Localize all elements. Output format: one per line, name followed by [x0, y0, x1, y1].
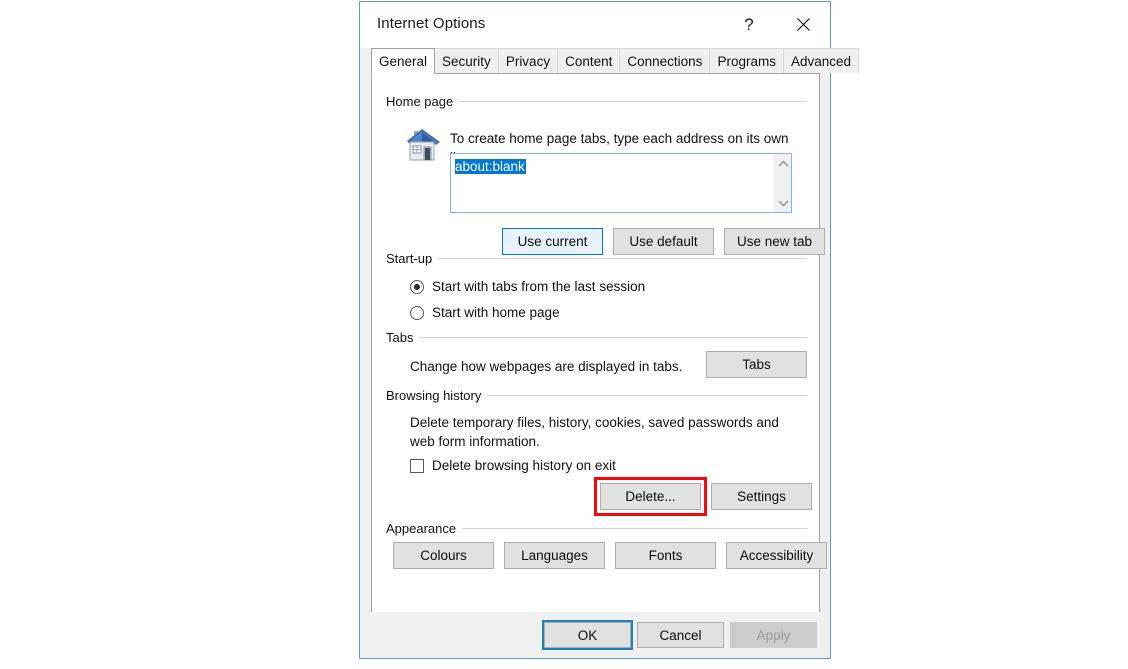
home-page-group: Home page To create home page tabs, type… — [386, 93, 825, 255]
tab-security[interactable]: Security — [434, 48, 499, 73]
tab-programs[interactable]: Programs — [709, 48, 784, 73]
tab-advanced[interactable]: Advanced — [782, 48, 859, 73]
tabs-description: Change how webpages are displayed in tab… — [410, 359, 683, 374]
ok-button[interactable]: OK — [544, 622, 631, 648]
browsing-history-description: Delete temporary files, history, cookies… — [410, 415, 779, 449]
colours-button[interactable]: Colours — [393, 542, 494, 569]
fonts-button[interactable]: Fonts — [615, 542, 716, 569]
browsing-history-group-header: Browsing history — [386, 387, 807, 403]
question-mark-icon: ? — [744, 15, 754, 34]
close-button[interactable] — [780, 2, 826, 47]
checkbox-label: Delete browsing history on exit — [432, 458, 616, 473]
appearance-group-header: Appearance — [386, 520, 807, 536]
chevron-up-icon[interactable] — [777, 158, 790, 168]
dialog-footer: OK Cancel Apply — [360, 612, 830, 658]
radio-start-with-last-session[interactable]: Start with tabs from the last session — [410, 277, 645, 296]
group-divider — [438, 257, 807, 259]
home-page-group-label: Home page — [386, 93, 454, 109]
group-divider — [462, 527, 807, 529]
footer-button-row: OK Cancel Apply — [544, 622, 817, 648]
tab-strip: General Security Privacy Content Connect… — [371, 48, 859, 74]
tabs-group: Tabs Change how webpages are displayed i… — [386, 329, 807, 378]
radio-icon-selected[interactable] — [410, 279, 424, 294]
accessibility-button[interactable]: Accessibility — [726, 542, 827, 569]
home-page-textarea[interactable]: about:blank — [450, 153, 792, 213]
appearance-group-label: Appearance — [386, 520, 457, 536]
tabs-button[interactable]: Tabs — [706, 351, 807, 378]
tab-connections[interactable]: Connections — [619, 48, 711, 73]
dialog-titlebar: Internet Options ? — [360, 2, 830, 48]
dialog-title: Internet Options — [377, 15, 486, 32]
internet-options-dialog: Internet Options ? General Security Priv… — [359, 1, 859, 659]
appearance-button-row: Colours Languages Fonts Accessibility — [393, 542, 827, 569]
general-tab-panel: Home page To create home page tabs, type… — [371, 73, 827, 614]
radio-label: Start with tabs from the last session — [432, 279, 646, 294]
radio-icon-unselected[interactable] — [410, 305, 424, 320]
startup-group-label: Start-up — [386, 250, 433, 266]
checkbox-icon-unchecked[interactable] — [410, 458, 424, 473]
cancel-button[interactable]: Cancel — [637, 622, 724, 648]
settings-button[interactable]: Settings — [711, 483, 812, 510]
home-page-group-header: Home page — [386, 93, 807, 109]
home-page-scrollbar[interactable] — [774, 154, 791, 212]
home-page-textarea-inner[interactable]: about:blank — [451, 154, 774, 212]
delete-browsing-history-on-exit-checkbox[interactable]: Delete browsing history on exit — [410, 456, 616, 475]
house-icon — [402, 125, 444, 167]
help-button[interactable]: ? — [726, 2, 772, 47]
browsing-history-group-label: Browsing history — [386, 387, 482, 403]
startup-group-header: Start-up — [386, 250, 807, 266]
browsing-history-button-row: Delete... Settings — [600, 483, 812, 510]
tab-content[interactable]: Content — [557, 48, 621, 73]
radio-start-with-home-page[interactable]: Start with home page — [410, 303, 560, 322]
group-divider — [459, 100, 807, 102]
languages-button[interactable]: Languages — [504, 542, 605, 569]
home-page-url-value: about:blank — [455, 159, 526, 174]
group-divider — [419, 336, 807, 338]
chevron-down-icon[interactable] — [777, 198, 790, 208]
apply-button: Apply — [730, 622, 817, 648]
group-divider — [487, 394, 807, 396]
radio-label: Start with home page — [432, 305, 560, 320]
tab-privacy[interactable]: Privacy — [497, 48, 559, 73]
browsing-history-group: Browsing history Delete temporary files,… — [386, 387, 812, 516]
close-icon — [796, 18, 810, 31]
startup-group: Start-up Start with tabs from the last s… — [386, 250, 807, 320]
delete-button[interactable]: Delete... — [600, 483, 701, 510]
appearance-group: Appearance Colours Languages Fonts Acces… — [386, 520, 827, 569]
tabs-group-header: Tabs — [386, 329, 807, 345]
tabs-group-label: Tabs — [386, 329, 414, 345]
tab-general[interactable]: General — [371, 48, 436, 74]
